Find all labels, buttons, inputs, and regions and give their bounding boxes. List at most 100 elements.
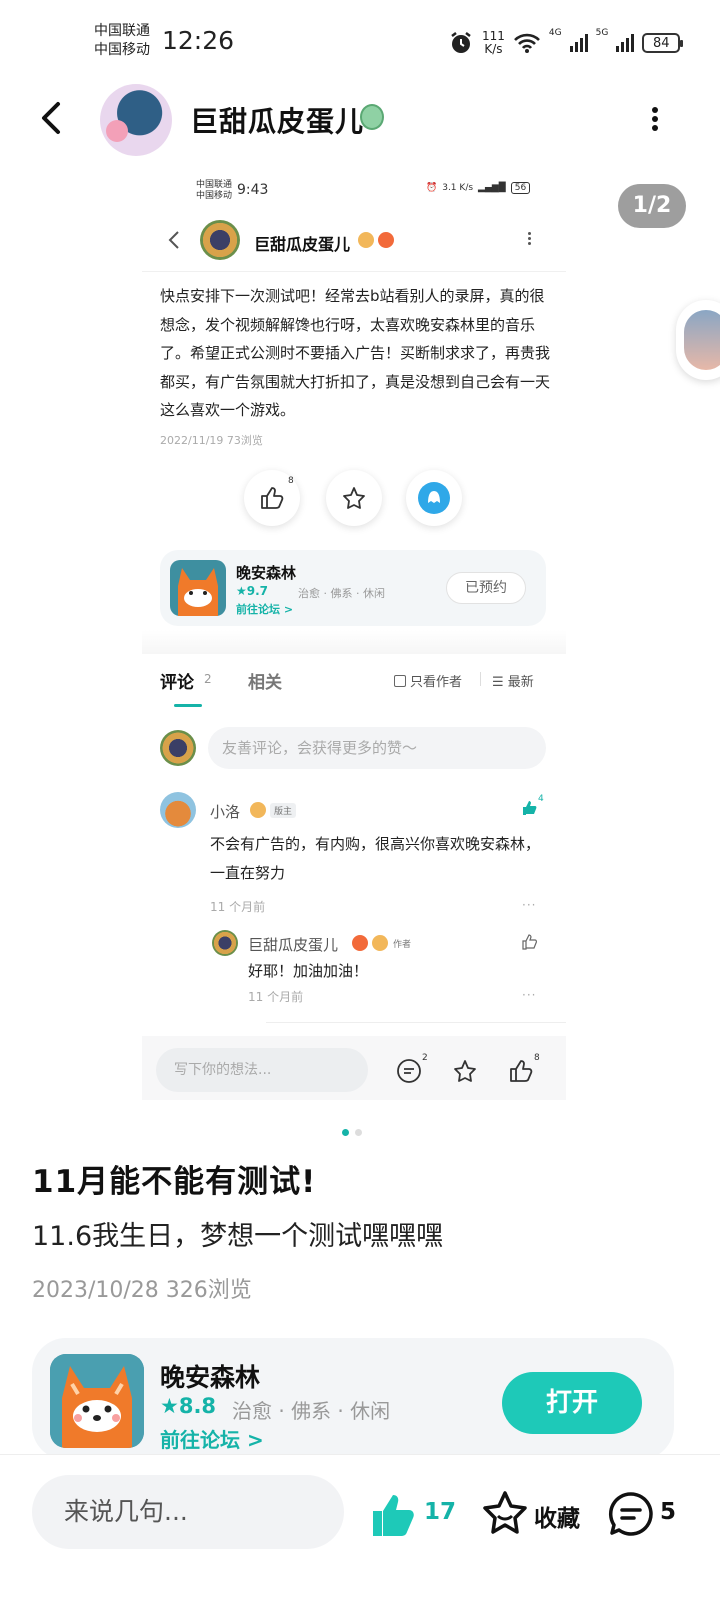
embedded-commenter-avatar [160, 792, 196, 828]
embedded-comment-input: 友善评论，会获得更多的赞～ [208, 727, 546, 769]
embedded-tab-related: 相关 [248, 673, 282, 693]
embedded-app-name: 晚安森林 [236, 564, 297, 582]
net-type-1: 4G [548, 28, 562, 38]
embedded-reply-badge-icon [372, 935, 388, 951]
embedded-signal-icon: ▂▄▆█ [478, 183, 506, 193]
status-icons: 111 K/s 4G 5G 84 [448, 28, 684, 58]
embedded-only-author: 只看作者 [394, 671, 462, 690]
embedded-post-body: 快点安排下一次测试吧！经常去b站看别人的录屏，真的很想念，发个视频解解馋也行呀，… [160, 287, 551, 419]
favorite-label[interactable]: 收藏 [534, 1499, 580, 1533]
embedded-time: 9:43 [237, 182, 269, 198]
post-body: 11.6我生日，梦想一个测试嘿嘿嘿 [32, 1221, 444, 1252]
forum-link[interactable]: 前往论坛 > [160, 1424, 264, 1453]
embedded-back-icon [168, 231, 179, 249]
author-avatar[interactable] [100, 84, 172, 156]
carrier-1: 中国联通 [94, 23, 150, 39]
embedded-commenter-badge-icon [250, 802, 266, 818]
embedded-comment-more: ··· [522, 898, 537, 912]
embedded-author-avatar [200, 220, 240, 260]
tab-indicator [174, 704, 202, 707]
embedded-commenter-name: 小洛 [210, 803, 241, 821]
embedded-post-meta: 2022/11/19 73浏览 [160, 434, 263, 447]
embedded-thumbs-up-icon [510, 1060, 533, 1082]
checkbox-icon [394, 674, 406, 687]
embedded-app-tags: 治愈 · 佛系 · 休闲 [298, 587, 385, 600]
like-count: 17 [424, 1499, 457, 1525]
embedded-app-card: 晚安森林 ★9.7 治愈 · 佛系 · 休闲 前往论坛 > 已预约 [160, 550, 546, 626]
embedded-speed: 3.1 K/s [442, 183, 474, 193]
more-icon[interactable] [646, 104, 664, 134]
embedded-battery: 56 [510, 182, 531, 194]
embedded-reply-time: 11 个月前 [248, 990, 304, 1004]
divider [142, 271, 566, 272]
back-icon[interactable] [34, 98, 74, 138]
wifi-icon [513, 33, 540, 53]
post-image[interactable]: 中国联通 中国移动 9:43 ⏰ 3.1 K/s ▂▄▆█ 56 巨甜瓜皮蛋儿 快… [142, 170, 566, 1100]
embedded-bottom-input: 写下你的想法... [156, 1048, 368, 1092]
embedded-reply-avatar [212, 930, 238, 956]
thumbs-up-icon[interactable] [370, 1491, 418, 1539]
embedded-forum-link: 前往论坛 > [236, 603, 294, 616]
status-carrier: 中国联通 中国移动 [94, 22, 150, 60]
embedded-reply-like-icon [522, 934, 538, 950]
carousel-dot-active [342, 1129, 349, 1136]
battery-icon: 84 [642, 33, 684, 53]
signal-2-icon [616, 34, 635, 52]
app-rating: ★8.8 [160, 1394, 217, 1418]
post-meta: 2023/10/28 326浏览 [32, 1278, 252, 1303]
embedded-sort: ☰ 最新 [492, 675, 534, 690]
star-icon[interactable] [482, 1489, 528, 1535]
thumbs-up-icon [261, 487, 284, 509]
app-icon [50, 1354, 144, 1448]
embedded-comment-like-icon [523, 801, 537, 815]
image-page-indicator: 1/2 [618, 184, 686, 228]
embedded-app-icon [170, 560, 226, 616]
app-card[interactable]: 晚安森林 ★8.8 治愈 · 佛系 · 休闲 前往论坛 > 打开 [32, 1338, 674, 1460]
qq-icon [418, 482, 450, 514]
comment-icon[interactable] [608, 1491, 654, 1537]
embedded-qq-share-button [406, 470, 462, 526]
embedded-like-count: 8 [288, 476, 294, 486]
alarm-icon [451, 32, 471, 53]
battery-level: 84 [653, 35, 670, 51]
app-name: 晚安森林 [160, 1363, 261, 1392]
embedded-reply-badge-icon [352, 935, 368, 951]
embedded-reply-text: 好耶！加油加油！ [248, 962, 369, 980]
embedded-reply-more: ··· [522, 988, 537, 1002]
status-time: 12:26 [162, 26, 235, 55]
embedded-more-icon [526, 230, 532, 248]
embedded-favorite-button [326, 470, 382, 526]
embedded-comment-time: 11 个月前 [210, 900, 266, 914]
embedded-alarm-icon: ⏰ [426, 183, 438, 193]
embedded-bottom-like-count: 8 [534, 1053, 540, 1063]
net-type-2: 5G [595, 28, 609, 38]
embedded-my-avatar [160, 730, 196, 766]
badge-icon [360, 104, 384, 130]
embedded-reply-name: 巨甜瓜皮蛋儿 [248, 936, 339, 954]
embedded-comment-like-count: 4 [538, 794, 544, 804]
embedded-booked-button: 已预约 [446, 572, 526, 604]
signal-1-icon [569, 34, 588, 52]
embedded-bottom-comment-count: 2 [422, 1053, 428, 1063]
embedded-badge-icon [358, 232, 374, 248]
app-tags: 治愈 · 佛系 · 休闲 [232, 1399, 391, 1423]
open-button[interactable]: 打开 [502, 1372, 642, 1434]
bottom-bar: 来说几句... 17 收藏 5 [0, 1454, 720, 1600]
embedded-comment-text: 不会有广告的，有内购，很高兴你喜欢晚安森林，一直在努力 [210, 835, 541, 882]
floating-avatar[interactable] [676, 300, 720, 380]
embedded-tab-comments: 评论 [160, 673, 194, 693]
embedded-carrier: 中国联通 中国移动 [196, 180, 233, 201]
comment-input[interactable]: 来说几句... [32, 1475, 344, 1549]
embedded-bottom-bar: 写下你的想法... 2 8 [142, 1036, 566, 1100]
embedded-moderator-badge: 版主 [270, 803, 297, 818]
embedded-status-icons: ⏰ 3.1 K/s ▂▄▆█ 56 [426, 182, 531, 194]
post-title: 11月能不能有测试! [32, 1164, 317, 1200]
embedded-comment-icon [397, 1059, 421, 1083]
carrier-2: 中国移动 [94, 42, 150, 58]
author-name[interactable]: 巨甜瓜皮蛋儿 [190, 100, 364, 140]
embedded-app-rating: ★9.7 [236, 584, 269, 598]
network-speed: 111 K/s [482, 29, 505, 56]
carousel-dot [355, 1129, 362, 1136]
embedded-comments-count: 2 [204, 672, 212, 686]
comment-count: 5 [660, 1499, 677, 1525]
